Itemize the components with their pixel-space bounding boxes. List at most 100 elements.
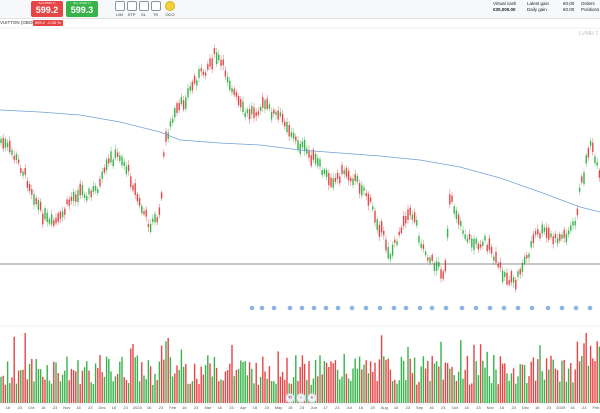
candle-body [90,190,92,198]
volume-bar [356,368,359,403]
candle-body [26,180,29,188]
candle-body [323,169,326,174]
volume-bar [374,362,376,403]
candle-body [53,220,55,226]
x-axis-label: 16 [5,405,11,410]
volume-bar [213,357,216,403]
volume-bar [589,345,592,403]
event-marker[interactable] [529,305,535,311]
volume-bar [68,380,70,403]
volume-bar [592,358,594,403]
candle-body [534,231,537,235]
x-axis-label: 23 [229,405,234,410]
candle-body [350,177,352,182]
candle-body [501,270,504,282]
volume-bar [460,340,462,403]
x-axis-label: Oct [28,405,35,410]
candle-body [365,193,367,197]
x-axis-label: 16 [252,405,258,410]
candle-body [46,212,48,222]
event-marker[interactable] [259,305,265,311]
event-marker[interactable] [573,305,579,311]
event-marker[interactable] [349,305,355,311]
x-axis-label: 23 [193,405,199,410]
volume-bar [457,371,460,403]
volume-bar [26,379,29,403]
volume-bar [501,363,504,403]
candle-body [596,162,598,166]
event-marker[interactable] [559,305,565,311]
candle-body [215,52,218,65]
event-marker[interactable] [501,305,507,311]
event-marker[interactable] [249,305,255,311]
candle-body [416,220,418,226]
volume-bar [6,361,9,403]
volume-bar [433,363,436,403]
event-marker[interactable] [287,305,293,311]
event-marker[interactable] [377,305,383,311]
event-marker[interactable] [363,305,369,311]
volume-bar [165,341,167,403]
event-marker[interactable] [391,305,397,311]
event-marker[interactable] [443,305,449,311]
candle-body [119,155,121,161]
candle-body [424,251,427,256]
candle-body [281,113,284,123]
volume-bar [189,383,191,403]
volume-bar [596,341,598,403]
candle-body [440,269,442,279]
volume-bar [20,370,22,403]
candle-body [367,194,370,206]
event-marker[interactable] [487,305,493,311]
candle-body [68,199,70,206]
candle-body [347,170,350,181]
event-marker[interactable] [459,305,465,311]
candle-body [435,261,438,271]
zoom-out-button[interactable]: − [296,393,306,403]
event-marker[interactable] [473,305,479,311]
event-marker[interactable] [417,305,423,311]
volume-bar [86,361,88,403]
event-marker[interactable] [587,305,593,311]
event-marker[interactable] [271,305,277,311]
event-marker[interactable] [335,305,341,311]
volume-bar [11,377,13,403]
volume-bar [156,380,158,403]
candle-body [449,194,451,205]
volume-bar [134,357,136,403]
candle-body [266,98,268,109]
candle-body [66,199,68,205]
volume-bar [90,382,92,403]
x-axis-label: 16 [534,405,540,410]
volume-bar [174,373,176,403]
event-marker[interactable] [311,305,317,311]
volume-bar [229,363,231,403]
candle-body [578,187,581,192]
volume-bar [200,366,202,403]
volume-bar [455,380,458,403]
volume-bar [268,366,271,403]
event-marker[interactable] [299,305,305,311]
reset-zoom-button[interactable]: ⟲ [285,393,295,403]
event-marker[interactable] [515,305,521,311]
event-marker[interactable] [429,305,435,311]
price-chart[interactable] [0,0,600,413]
candle-body [92,186,95,192]
candle-body [583,172,585,185]
candle-body [235,92,238,97]
x-axis-label: Nov [63,405,71,410]
volume-bar [391,380,394,403]
event-marker[interactable] [403,305,409,311]
zoom-in-button[interactable]: + [307,393,317,403]
volume-bar [378,359,381,403]
volume-bar [431,355,433,403]
event-marker[interactable] [545,305,551,311]
candle-body [574,220,576,226]
candle-body [6,142,9,148]
volume-bar [354,358,356,403]
volume-bar [473,344,475,403]
candle-body [299,143,301,154]
event-marker[interactable] [323,305,329,311]
volume-bar [482,360,484,403]
candle-body [35,198,37,205]
